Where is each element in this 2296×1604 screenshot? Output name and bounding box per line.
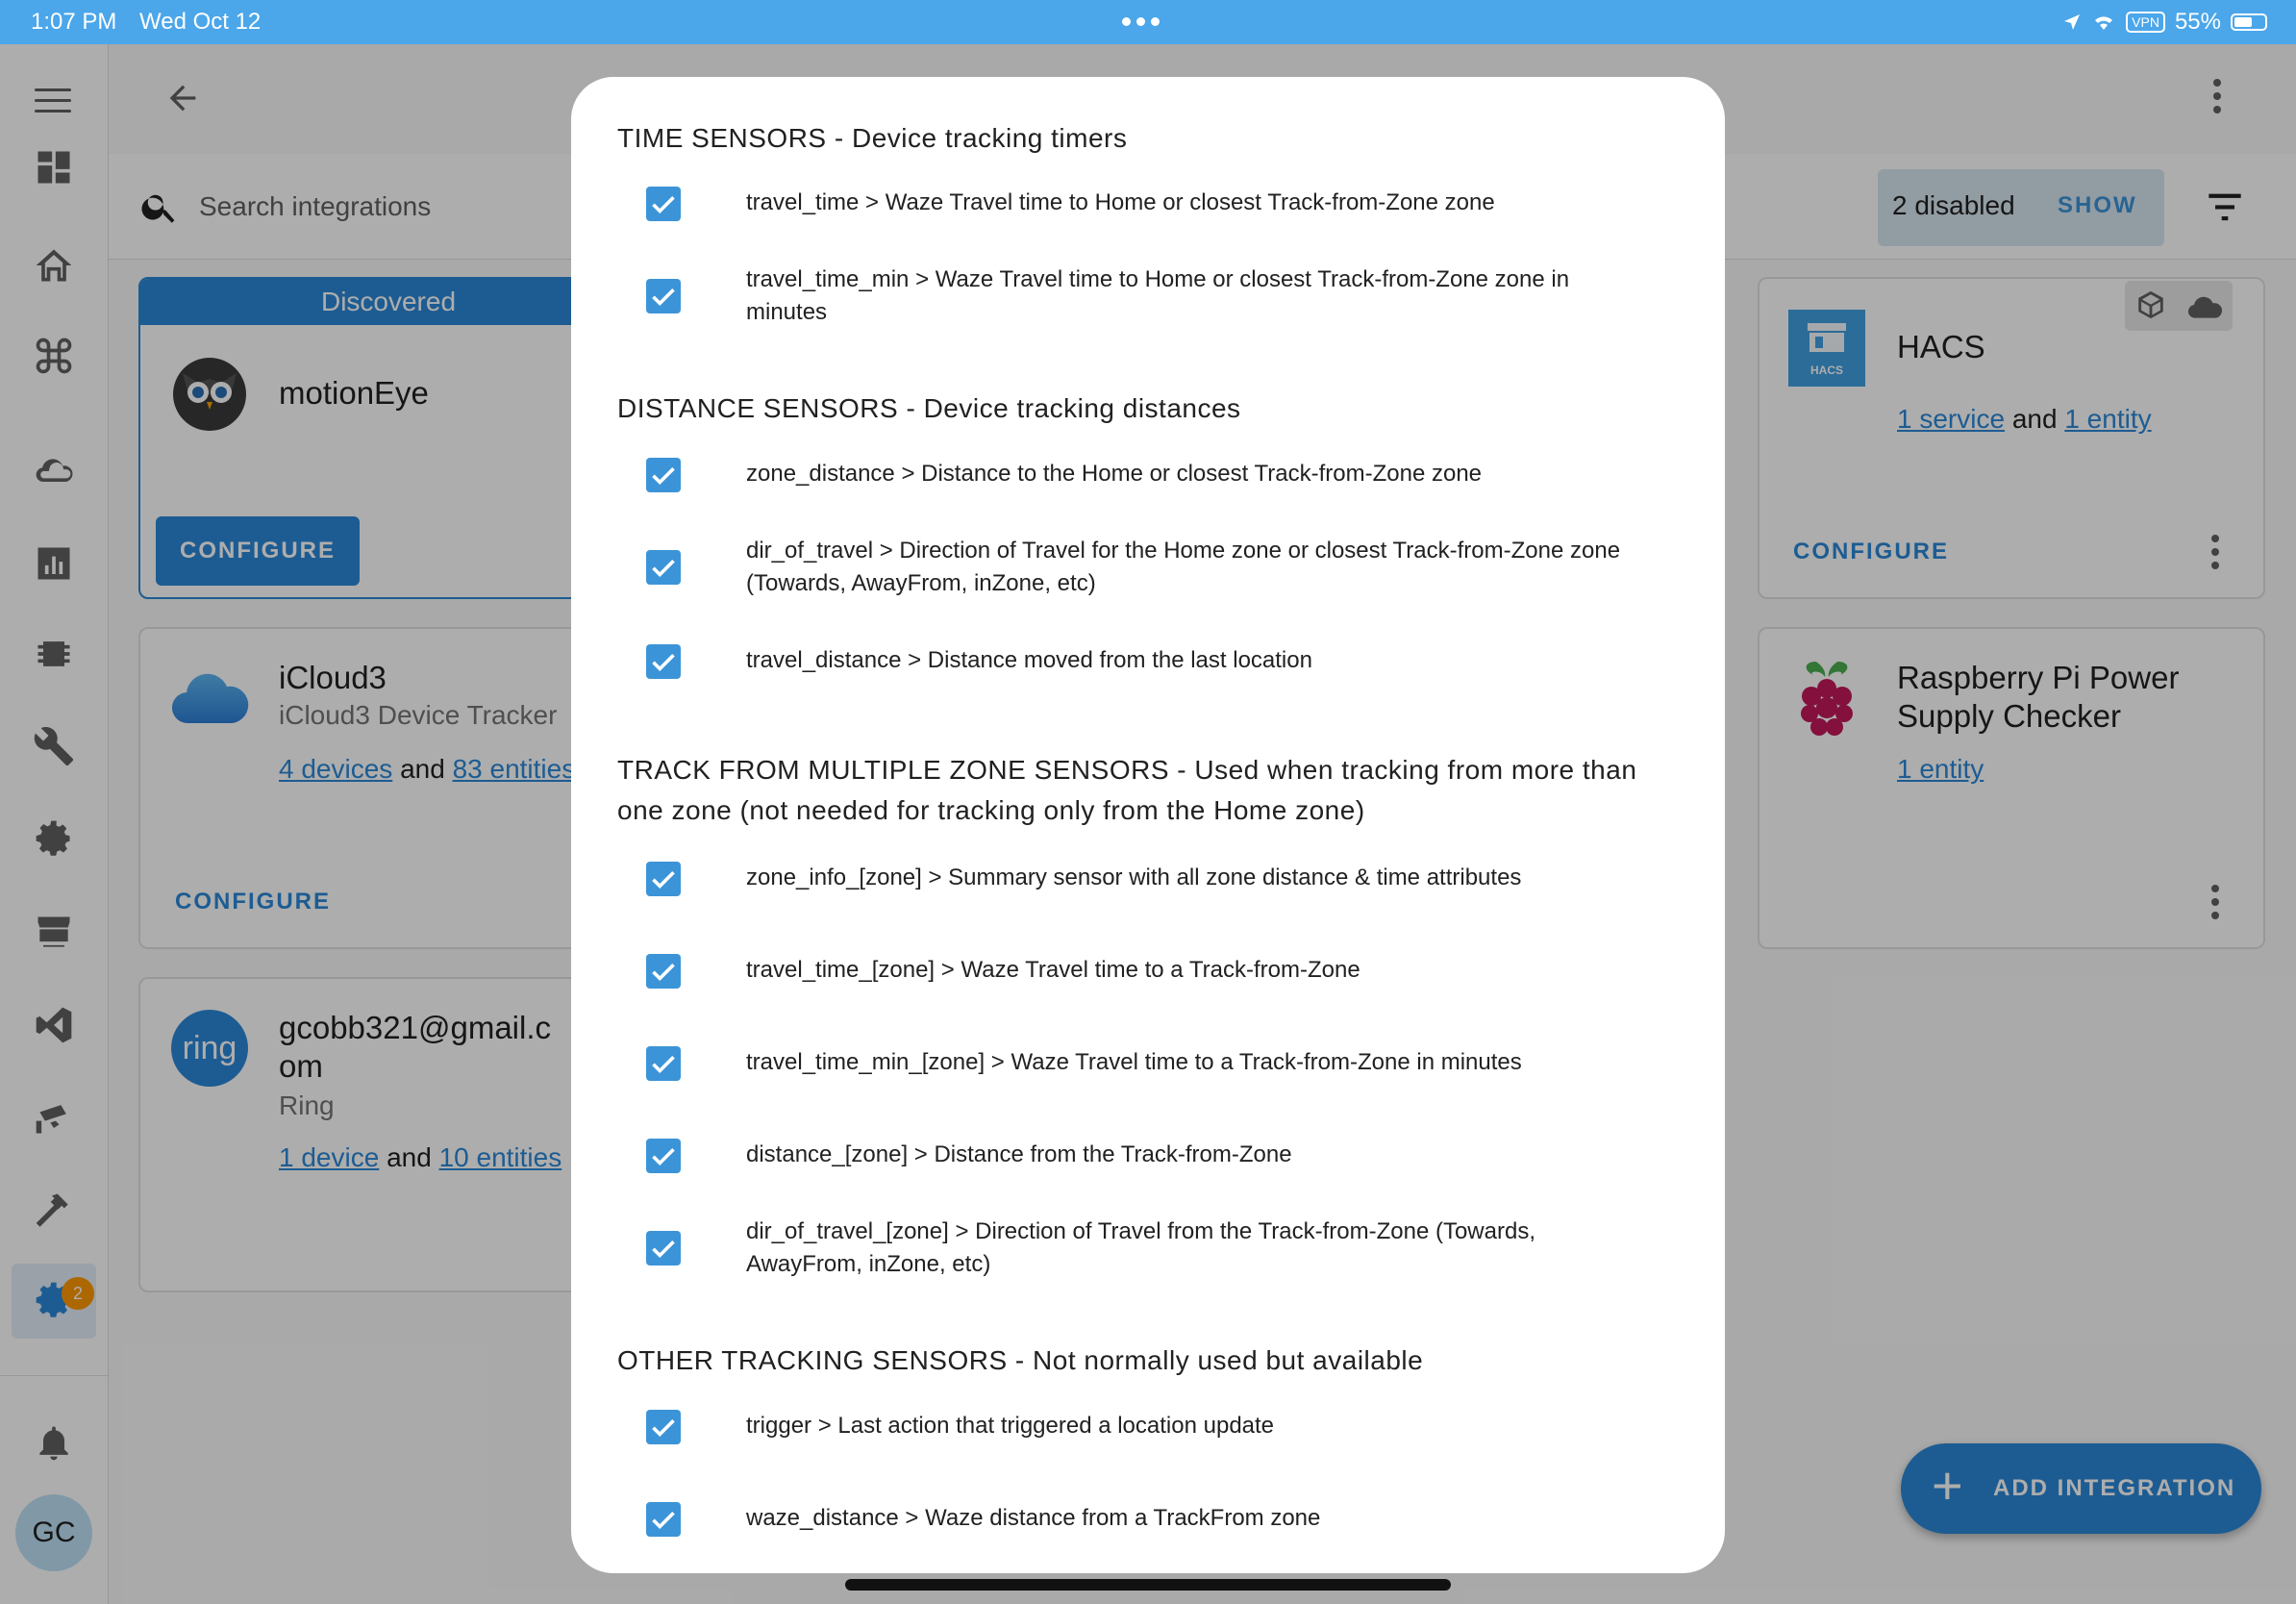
option-label: travel_distance > Distance moved from th… bbox=[746, 647, 1312, 673]
option-label: travel_time_[zone] > Waze Travel time to… bbox=[746, 957, 1360, 983]
checkbox-checked-icon[interactable] bbox=[646, 279, 681, 313]
battery-percent: 55% bbox=[2174, 9, 2221, 35]
checkbox-checked-icon[interactable] bbox=[646, 1502, 681, 1537]
multitasking-dots-icon[interactable] bbox=[1122, 17, 1160, 26]
section-title-track-from-zone: TRACK FROM MULTIPLE ZONE SENSORS - Used … bbox=[617, 755, 1637, 825]
battery-icon bbox=[2231, 13, 2267, 31]
option-label: travel_time_min_[zone] > Waze Travel tim… bbox=[746, 1049, 1522, 1075]
section-title-other-tracking: OTHER TRACKING SENSORS - Not normally us… bbox=[617, 1345, 1424, 1375]
checkbox-checked-icon[interactable] bbox=[646, 1231, 681, 1266]
vpn-indicator: VPN bbox=[2126, 12, 2165, 33]
option-label: waze_distance > Waze distance from a Tra… bbox=[746, 1505, 1321, 1531]
location-icon bbox=[2064, 14, 2081, 30]
checkbox-checked-icon[interactable] bbox=[646, 458, 681, 492]
wifi-icon bbox=[2095, 16, 2113, 30]
checkbox-checked-icon[interactable] bbox=[646, 1046, 681, 1081]
status-indicators: VPN 55% bbox=[2062, 9, 2267, 36]
option-label: zone_info_[zone] > Summary sensor with a… bbox=[746, 865, 1522, 890]
sensor-selection-dialog: TIME SENSORS - Device tracking timers tr… bbox=[571, 77, 1725, 1573]
checkbox-checked-icon[interactable] bbox=[646, 862, 681, 896]
checkbox-checked-icon[interactable] bbox=[646, 644, 681, 679]
checkbox-checked-icon[interactable] bbox=[646, 954, 681, 989]
option-label: travel_time_min > Waze Travel time to Ho… bbox=[746, 266, 1570, 325]
status-bar: 1:07 PM Wed Oct 12 VPN 55% bbox=[0, 0, 2296, 44]
status-date: Wed Oct 12 bbox=[139, 9, 262, 35]
home-indicator[interactable] bbox=[845, 1579, 1451, 1591]
checkbox-checked-icon[interactable] bbox=[646, 1139, 681, 1173]
option-label: distance_[zone] > Distance from the Trac… bbox=[746, 1141, 1292, 1167]
option-label: dir_of_travel_[zone] > Direction of Trav… bbox=[746, 1218, 1535, 1277]
status-time: 1:07 PM bbox=[31, 9, 117, 35]
checkbox-checked-icon[interactable] bbox=[646, 1410, 681, 1444]
option-label: zone_distance > Distance to the Home or … bbox=[746, 461, 1483, 487]
option-label: travel_time > Waze Travel time to Home o… bbox=[746, 189, 1495, 215]
option-label: trigger > Last action that triggered a l… bbox=[746, 1413, 1275, 1439]
section-title-time-sensors: TIME SENSORS - Device tracking timers bbox=[617, 123, 1128, 153]
checkbox-checked-icon[interactable] bbox=[646, 550, 681, 585]
checkbox-checked-icon[interactable] bbox=[646, 187, 681, 221]
option-label: dir_of_travel > Direction of Travel for … bbox=[746, 538, 1621, 596]
section-title-distance-sensors: DISTANCE SENSORS - Device tracking dista… bbox=[617, 393, 1241, 423]
